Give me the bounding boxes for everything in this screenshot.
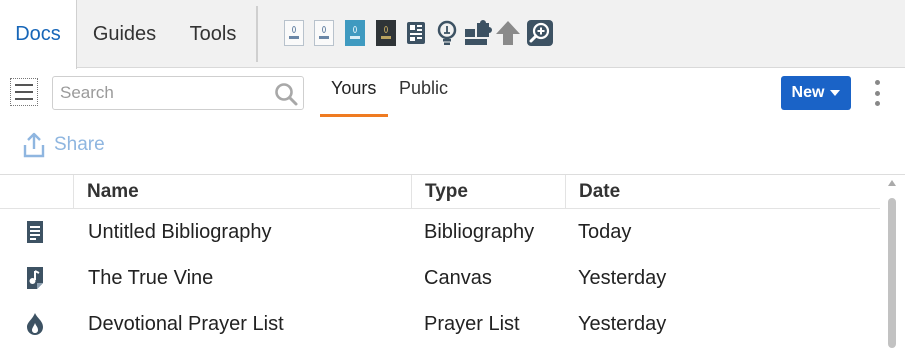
table-row[interactable]: The True Vine Canvas Yesterday — [0, 255, 880, 301]
row-type: Bibliography — [424, 220, 535, 243]
column-header-type[interactable]: Type — [412, 175, 566, 209]
book-cover-dark-icon[interactable] — [374, 19, 398, 47]
scroll-thumb[interactable] — [888, 198, 896, 348]
row-type: Prayer List — [424, 312, 520, 335]
row-name: Untitled Bibliography — [88, 220, 272, 243]
more-options-icon[interactable] — [872, 80, 882, 106]
row-date: Yesterday — [578, 312, 667, 335]
active-subtab-indicator — [320, 114, 388, 117]
vertical-scrollbar[interactable] — [887, 180, 897, 348]
row-date: Today — [578, 220, 632, 243]
tab-divider — [256, 6, 258, 62]
lightbulb-icon[interactable] — [434, 19, 460, 47]
share-icon — [23, 132, 45, 158]
row-name: The True Vine — [88, 266, 214, 289]
canvas-icon — [22, 255, 48, 301]
scroll-up-arrow-icon[interactable] — [888, 180, 896, 186]
subtab-yours[interactable]: Yours — [331, 78, 376, 102]
new-button[interactable]: New — [781, 76, 851, 110]
book-cover-icon[interactable] — [312, 19, 336, 47]
column-header-name[interactable]: Name — [74, 175, 412, 209]
panel-menu-button[interactable] — [10, 78, 38, 106]
book-cover-teal-icon[interactable] — [343, 19, 367, 47]
column-header-date[interactable]: Date — [566, 175, 866, 209]
prayer-flame-icon — [22, 301, 48, 347]
layout-icon[interactable] — [404, 19, 428, 47]
tab-guides[interactable]: Guides — [77, 0, 172, 68]
table-header: Name Type Date — [0, 175, 880, 209]
share-label: Share — [54, 134, 105, 155]
caret-down-icon — [830, 90, 841, 96]
table-row[interactable]: Untitled Bibliography Bibliography Today — [0, 209, 880, 255]
search-input[interactable] — [53, 77, 263, 109]
column-header-icon — [0, 175, 74, 209]
puzzle-icon[interactable] — [464, 19, 492, 47]
book-cover-icon[interactable] — [282, 19, 306, 47]
row-type: Canvas — [424, 266, 492, 289]
search-box — [52, 76, 304, 110]
zoom-in-icon[interactable] — [526, 19, 554, 47]
row-date: Yesterday — [578, 266, 667, 289]
arrow-up-icon[interactable] — [495, 19, 521, 47]
tab-tools[interactable]: Tools — [172, 0, 254, 68]
new-button-label: New — [791, 84, 825, 101]
row-name: Devotional Prayer List — [88, 312, 284, 335]
tab-docs[interactable]: Docs — [0, 0, 77, 69]
top-tab-bar: Docs Guides Tools — [0, 0, 905, 69]
subtab-public[interactable]: Public — [399, 78, 448, 102]
table-row[interactable]: Devotional Prayer List Prayer List Yeste… — [0, 301, 880, 347]
document-icon — [22, 209, 48, 255]
search-icon[interactable] — [273, 81, 299, 107]
share-button[interactable]: Share — [22, 130, 105, 160]
